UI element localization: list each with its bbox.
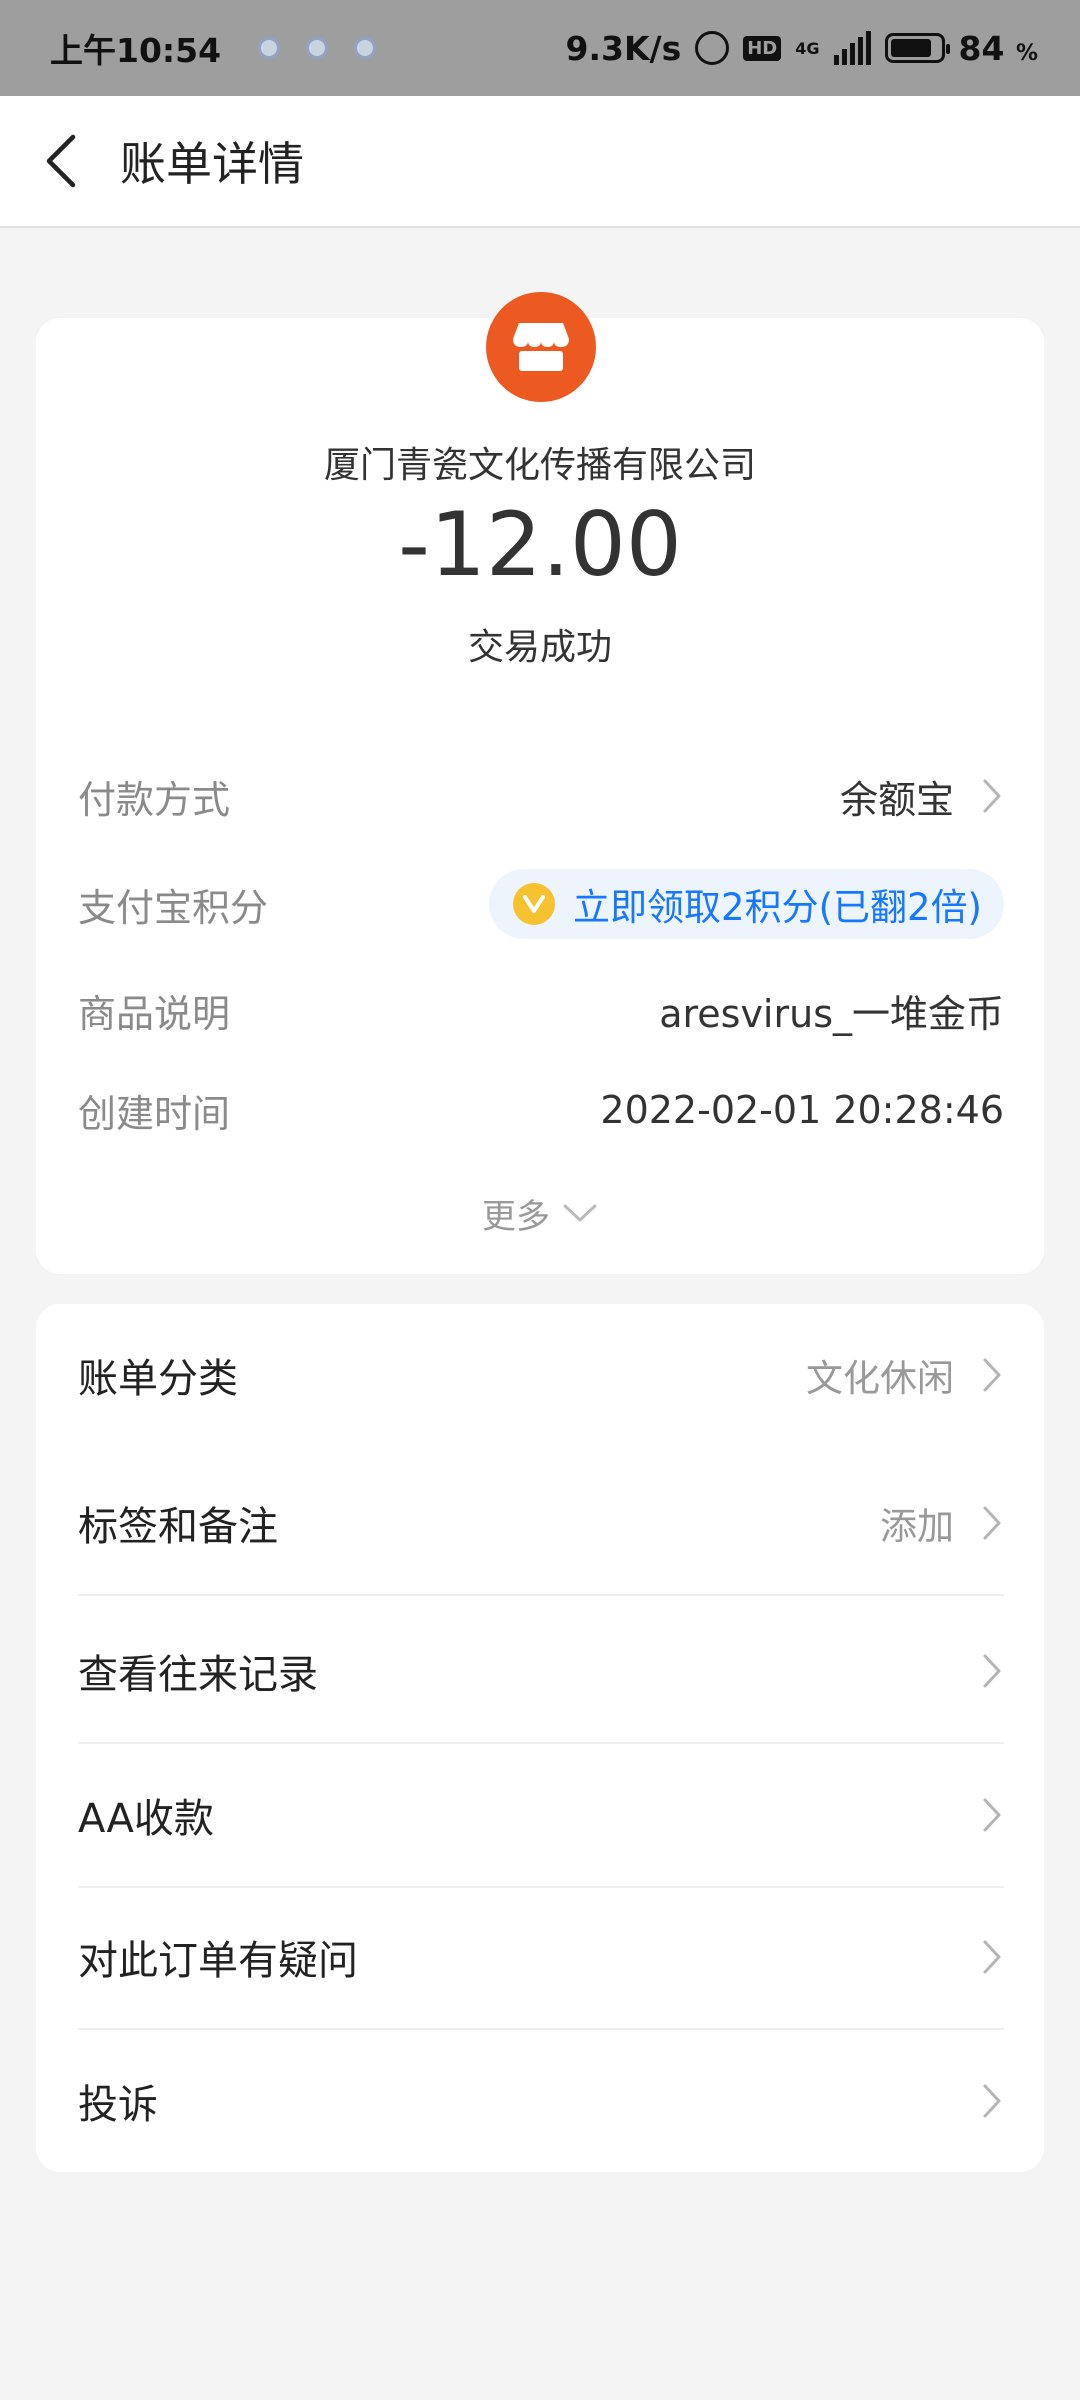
tags-notes-row[interactable]: 标签和备注 添加 bbox=[78, 1452, 1004, 1596]
coin-icon bbox=[513, 883, 556, 925]
more-label: 更多 bbox=[482, 1196, 550, 1237]
battery-icon bbox=[884, 33, 950, 63]
order-question-row[interactable]: 对此订单有疑问 bbox=[78, 1886, 1004, 2030]
bill-category-row[interactable]: 账单分类 文化休闲 bbox=[78, 1304, 1004, 1446]
battery-percent: 84 % bbox=[958, 28, 1038, 68]
more-button[interactable]: 更多 bbox=[36, 1178, 1044, 1248]
created-time-value: 2022-02-01 20:28:46 bbox=[600, 1088, 1004, 1132]
chevron-right-icon bbox=[983, 1654, 1001, 1688]
chevron-right-icon bbox=[983, 2084, 1001, 2118]
history-label: 查看往来记录 bbox=[78, 1652, 318, 1698]
chevron-right-icon bbox=[983, 1506, 1001, 1540]
hd-icon: HD bbox=[743, 35, 782, 61]
transaction-status: 交易成功 bbox=[467, 627, 612, 668]
bill-category-value: 文化休闲 bbox=[806, 1348, 1004, 1402]
product-row: 商品说明 aresvirus_一堆金币 bbox=[78, 970, 1004, 1050]
history-row[interactable]: 查看往来记录 bbox=[78, 1600, 1004, 1744]
points-row: 支付宝积分 立即领取2积分(已翻2倍) bbox=[78, 864, 1004, 944]
product-label: 商品说明 bbox=[78, 991, 231, 1036]
network-type: 4G bbox=[795, 38, 820, 58]
network-speed: 9.3K/s bbox=[565, 28, 682, 68]
chevron-right-icon bbox=[983, 1798, 1001, 1832]
status-time: 上午10:54 bbox=[50, 31, 222, 70]
merchant-name: 厦门青瓷文化传播有限公司 bbox=[323, 445, 756, 486]
merchant-logo bbox=[486, 292, 596, 402]
tags-notes-value: 添加 bbox=[880, 1496, 1004, 1550]
chevron-right-icon bbox=[983, 1358, 1001, 1392]
claim-points-button[interactable]: 立即领取2积分(已翻2倍) bbox=[489, 869, 1004, 939]
complaint-label: 投诉 bbox=[78, 2082, 158, 2128]
aa-payment-row[interactable]: AA收款 bbox=[78, 1744, 1004, 1888]
alarm-icon bbox=[695, 31, 730, 65]
points-text: 立即领取2积分(已翻2倍) bbox=[573, 886, 982, 929]
payment-method-row[interactable]: 付款方式 余额宝 bbox=[78, 756, 1004, 836]
notification-icon bbox=[354, 37, 377, 59]
back-button[interactable] bbox=[30, 121, 90, 201]
created-time-row: 创建时间 2022-02-01 20:28:46 bbox=[78, 1070, 1004, 1150]
transaction-amount: -12.00 bbox=[398, 493, 682, 596]
order-question-label: 对此订单有疑问 bbox=[78, 1938, 358, 1984]
payment-method-label: 付款方式 bbox=[78, 777, 231, 822]
status-bar: 上午10:54 9.3K/s HD 4G 84 % bbox=[0, 0, 1080, 96]
created-time-label: 创建时间 bbox=[78, 1091, 231, 1136]
signal-icon bbox=[833, 31, 871, 65]
tags-notes-label: 标签和备注 bbox=[78, 1504, 278, 1550]
points-label: 支付宝积分 bbox=[78, 885, 269, 930]
chevron-left-icon bbox=[46, 134, 76, 188]
page-title: 账单详情 bbox=[120, 137, 304, 191]
payment-method-value: 余额宝 bbox=[840, 769, 1004, 824]
product-value: aresvirus_一堆金币 bbox=[659, 991, 1004, 1036]
aa-payment-label: AA收款 bbox=[78, 1796, 214, 1842]
chevron-right-icon bbox=[983, 1940, 1001, 1974]
status-left: 上午10:54 bbox=[50, 24, 389, 72]
store-icon bbox=[513, 323, 569, 371]
battery-fill bbox=[890, 39, 931, 57]
actions-card: 账单分类 文化休闲 标签和备注 添加 查看往来记录 AA收款 对此订单有疑问 投… bbox=[36, 1304, 1044, 2172]
chevron-right-icon bbox=[983, 779, 1001, 813]
complaint-row[interactable]: 投诉 bbox=[78, 2030, 1004, 2172]
notification-icon bbox=[306, 37, 329, 59]
bill-category-label: 账单分类 bbox=[78, 1356, 238, 1402]
chevron-down-icon bbox=[563, 1204, 597, 1222]
transaction-summary-card: 厦门青瓷文化传播有限公司 -12.00 交易成功 付款方式 余额宝 支付宝积分 … bbox=[36, 292, 1044, 1274]
notification-icon bbox=[258, 37, 281, 59]
status-right: 9.3K/s HD 4G 84 % bbox=[566, 29, 1039, 68]
app-header: 账单详情 bbox=[0, 96, 1080, 228]
